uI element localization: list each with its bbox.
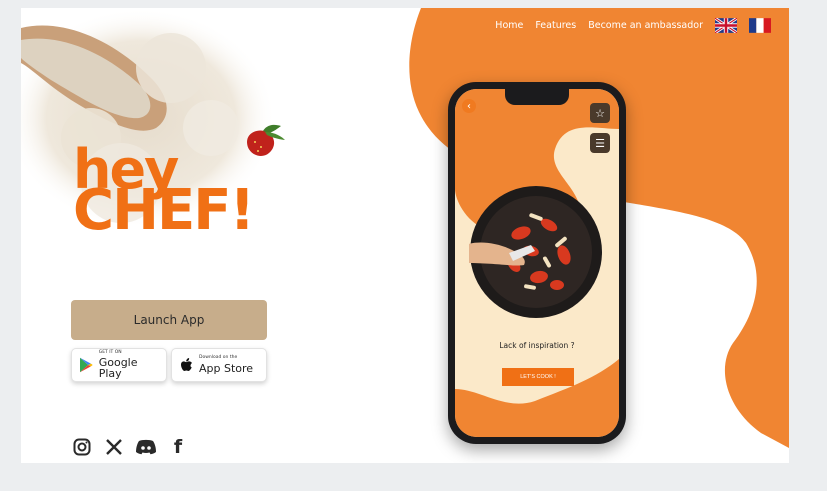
- landing-page: Home Features Become an ambassador hey C…: [21, 8, 789, 463]
- lets-cook-button[interactable]: LET'S COOK !: [502, 368, 574, 386]
- fr-flag-icon[interactable]: [749, 18, 771, 33]
- google-play-icon: [80, 357, 93, 373]
- google-play-badge[interactable]: GET IT ON Google Play: [71, 348, 167, 382]
- x-icon[interactable]: [103, 436, 125, 458]
- phone-screen: ‹ ☆ ☰ Lack of inspiration ? LET'S COOK !: [455, 89, 619, 437]
- app-store-badge[interactable]: Download on the App Store: [171, 348, 267, 382]
- google-play-small-text: GET IT ON: [98, 349, 122, 355]
- phone-notch: [505, 89, 569, 105]
- top-nav: Home Features Become an ambassador: [495, 18, 771, 33]
- app-store-small-text: Download on the: [199, 355, 238, 361]
- logo-line-2: CHEF!: [73, 178, 255, 244]
- app-store-text: App Store: [199, 361, 254, 375]
- hey-chef-logo: hey CHEF!: [73, 142, 255, 244]
- uk-flag-icon[interactable]: [715, 18, 737, 33]
- nav-home-link[interactable]: Home: [495, 20, 523, 31]
- instagram-icon[interactable]: [71, 436, 93, 458]
- recipe-list-icon[interactable]: ☰: [590, 133, 610, 153]
- phone-prompt-text: Lack of inspiration ?: [499, 341, 575, 350]
- cooking-pan-image: [469, 186, 602, 318]
- facebook-icon[interactable]: f: [167, 436, 189, 458]
- phone-mockup: ‹ ☆ ☰ Lack of inspiration ? LET'S COOK !: [448, 82, 626, 444]
- google-play-text: Google Play: [98, 356, 138, 381]
- nav-ambassador-link[interactable]: Become an ambassador: [588, 20, 703, 31]
- discord-icon[interactable]: [135, 436, 157, 458]
- nav-features-link[interactable]: Features: [535, 20, 576, 31]
- star-icon[interactable]: ☆: [590, 103, 610, 123]
- back-arrow-icon[interactable]: ‹: [462, 99, 476, 113]
- launch-app-button[interactable]: Launch App: [71, 300, 267, 340]
- social-links: f: [71, 436, 189, 458]
- apple-icon: [181, 357, 192, 371]
